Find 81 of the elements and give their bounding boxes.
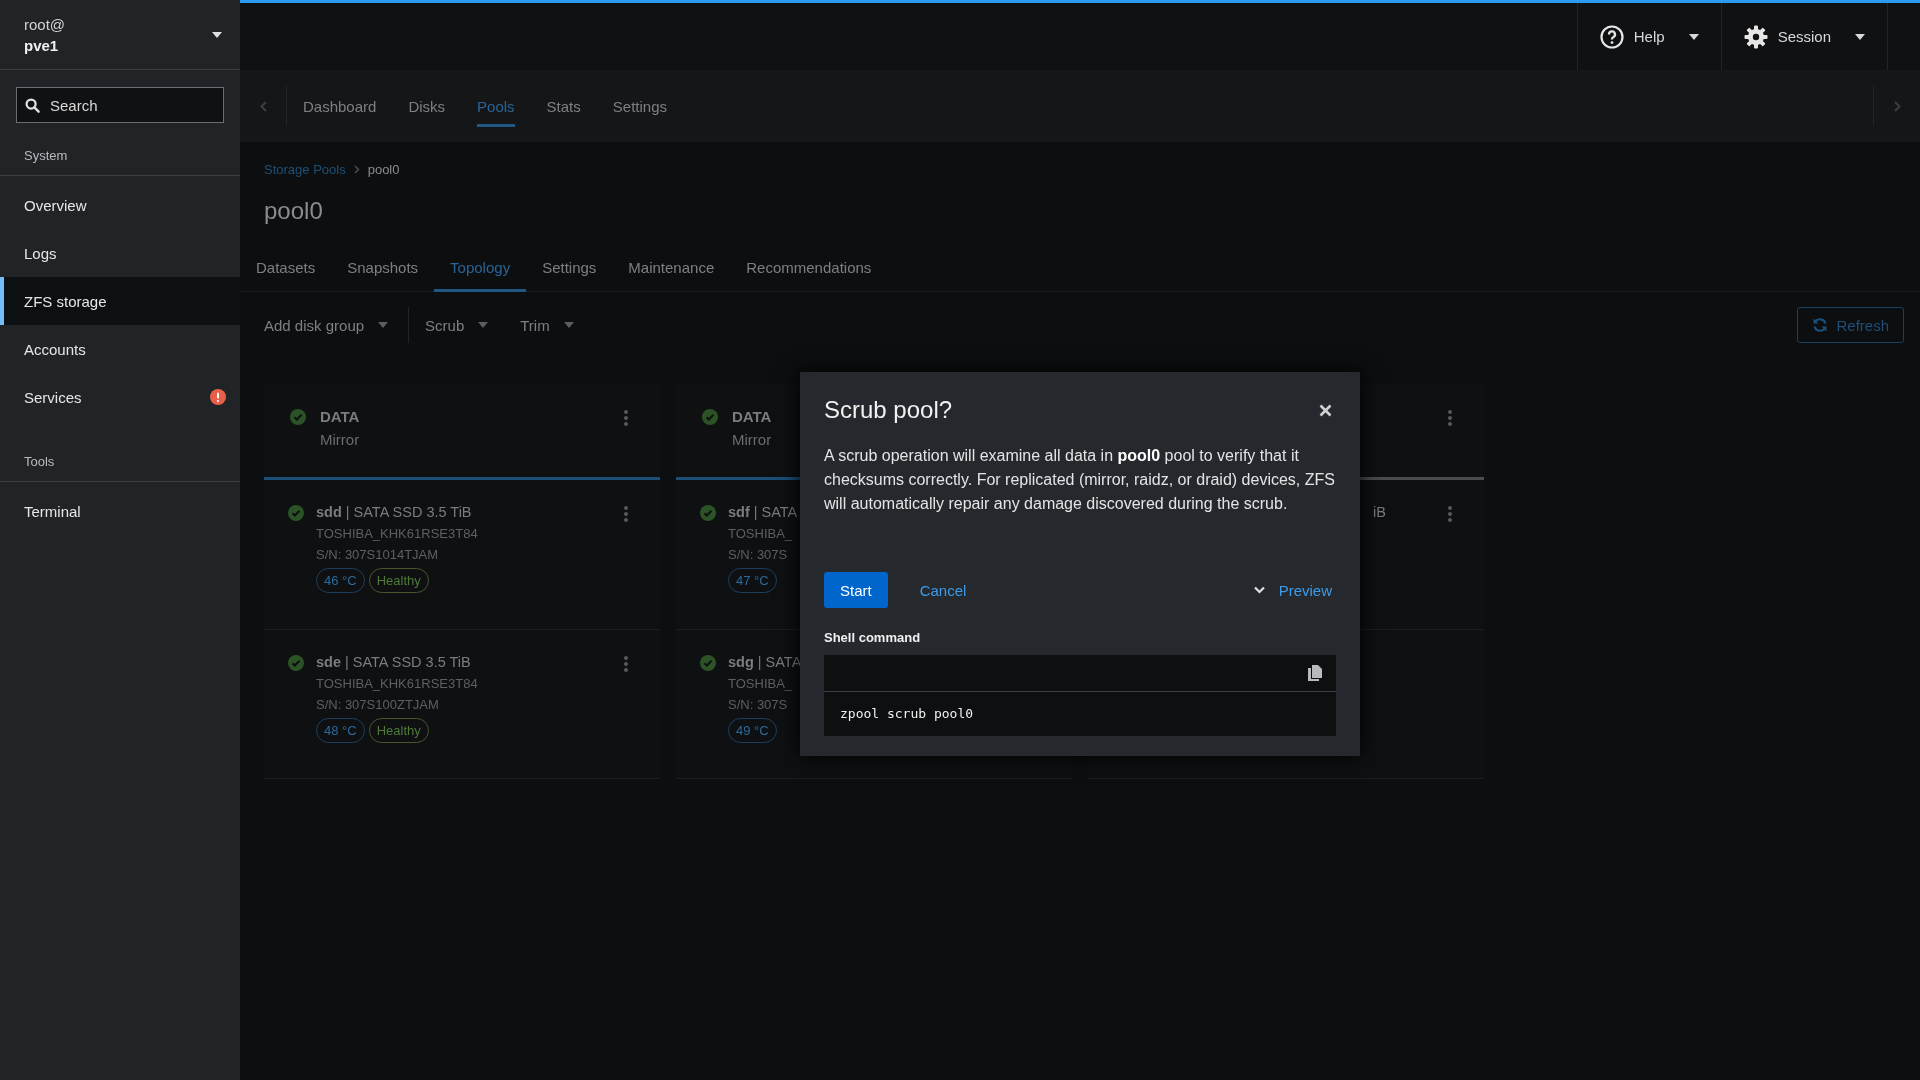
- page-title: pool0: [264, 197, 324, 225]
- pool-tab[interactable]: Datasets: [240, 243, 332, 291]
- shell-command-label: Shell command: [824, 630, 922, 645]
- nav-tab[interactable]: Settings: [596, 70, 683, 142]
- caret-icon: [1688, 33, 1699, 40]
- help-icon: [1599, 24, 1624, 49]
- check-circle-icon: [700, 655, 716, 671]
- check-circle-icon: [288, 505, 304, 521]
- disk-model: TOSHIBA_KHK61RSE3T84: [316, 526, 478, 541]
- disk-name: sde | SATA SSD 3.5 TiB: [316, 654, 471, 670]
- copy-icon[interactable]: [1308, 665, 1322, 681]
- dialog-message: A scrub operation will examine all data in pool0 pool to verify that it checksums correctly. For replicated (mirror, raidz, or draid) devices, ZFS will automatically repair any damage discovered during the scrub.: [824, 446, 1336, 514]
- sidebar-item-label: Overview: [24, 196, 87, 214]
- disk-name: sdd | SATA SSD 3.5 TiB: [316, 504, 472, 520]
- chevron-down-icon: [1253, 586, 1265, 594]
- breadcrumb-current: pool0: [367, 162, 400, 177]
- pool-tab[interactable]: Settings: [526, 243, 613, 291]
- kebab-menu-icon[interactable]: [624, 656, 628, 672]
- check-circle-icon: [290, 409, 306, 425]
- sidebar-item[interactable]: Terminal: [0, 487, 240, 535]
- pool-tab[interactable]: Maintenance: [612, 243, 731, 291]
- disk-name: iB: [1373, 504, 1386, 520]
- vdev-layout: Mirror: [320, 431, 360, 448]
- sidebar-item-label: Logs: [24, 244, 57, 262]
- nav-tab[interactable]: Dashboard: [287, 70, 393, 142]
- user-name: root@: [24, 15, 66, 33]
- disk-model: TOSHIBA_: [728, 526, 793, 541]
- disk-model: TOSHIBA_KHK61RSE3T84: [316, 676, 478, 691]
- cancel-button[interactable]: Cancel: [905, 572, 981, 608]
- pool-tab[interactable]: Topology: [434, 243, 527, 291]
- sidebar-item-label: Services: [24, 388, 82, 406]
- disk-model: TOSHIBA_: [728, 676, 793, 691]
- sidebar-item-label: ZFS storage: [24, 292, 107, 310]
- kebab-menu-icon[interactable]: [1448, 506, 1452, 522]
- nav-tab[interactable]: Stats: [530, 70, 597, 142]
- sidebar-item[interactable]: Logs: [0, 229, 240, 277]
- sidebar-item-label: Terminal: [24, 502, 81, 520]
- disk-serial: S/N: 307S: [728, 547, 788, 562]
- check-circle-icon: [288, 655, 304, 671]
- vdev-type: DATA: [732, 408, 772, 425]
- host-name: pve1: [24, 36, 60, 54]
- check-circle-icon: [700, 505, 716, 521]
- kebab-menu-icon[interactable]: [1448, 410, 1452, 426]
- chevron-right-icon: [353, 165, 360, 174]
- dropdown-button[interactable]: Trim: [504, 307, 590, 343]
- dropdown-button[interactable]: Scrub: [409, 307, 505, 343]
- scroll-right-icon[interactable]: [1893, 100, 1901, 112]
- nav-tab[interactable]: Pools: [461, 70, 531, 142]
- kebab-menu-icon[interactable]: [624, 410, 628, 426]
- caret-icon: [212, 31, 222, 38]
- dropdown-button[interactable]: Add disk group: [264, 307, 410, 343]
- sidebar-item[interactable]: Overview: [0, 181, 240, 229]
- settings-icon: [1743, 24, 1768, 49]
- shell-command: zpool scrub pool0: [839, 705, 975, 723]
- scroll-left-icon[interactable]: [259, 100, 267, 112]
- nav-tab[interactable]: Disks: [392, 70, 462, 142]
- disk-name: sdf | SATA: [728, 504, 798, 520]
- sidebar-item[interactable]: ZFS storage: [0, 277, 240, 325]
- caret-icon: [378, 322, 389, 328]
- dialog-title: Scrub pool?: [824, 396, 953, 424]
- kebab-menu-icon[interactable]: [624, 506, 628, 522]
- search-icon: [25, 98, 40, 113]
- caret-icon: [563, 322, 574, 328]
- preview-toggle[interactable]: Preview: [1249, 572, 1336, 608]
- sidebar-item-label: Accounts: [24, 340, 86, 358]
- disk-name: sdg | SATA: [728, 654, 802, 670]
- sidebar-item[interactable]: Accounts: [0, 325, 240, 373]
- pool-tab[interactable]: Recommendations: [730, 243, 888, 291]
- start-button[interactable]: Start: [824, 572, 888, 608]
- vdev-type: DATA: [320, 408, 360, 425]
- vdev-layout: Mirror: [732, 431, 772, 448]
- sidebar-item[interactable]: Services: [0, 373, 240, 421]
- disk-serial: S/N: 307S: [728, 697, 788, 712]
- caret-icon: [1855, 33, 1865, 40]
- refresh-icon: [1812, 317, 1829, 333]
- disk-serial: S/N: 307S1014TJAM: [316, 547, 439, 562]
- search-field[interactable]: Search: [16, 87, 224, 123]
- caret-icon: [478, 322, 489, 328]
- disk-serial: S/N: 307S100ZTJAM: [316, 697, 439, 712]
- check-circle-icon: [702, 409, 718, 425]
- pool-tab[interactable]: Snapshots: [331, 243, 435, 291]
